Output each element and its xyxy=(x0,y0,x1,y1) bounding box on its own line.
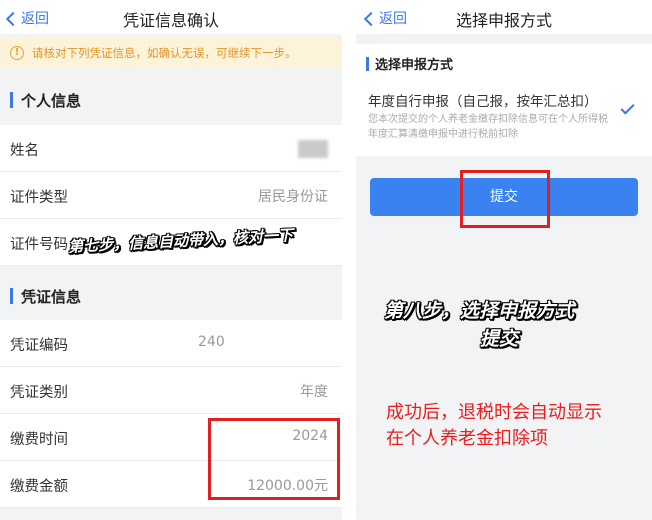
result-note-line1: 成功后，退税时会自动显示 xyxy=(386,402,602,423)
row-label: 证件类型 xyxy=(10,190,68,206)
notice-text: 请核对下列凭证信息，如确认无误，可继续下一步。 xyxy=(32,46,297,60)
section-header-personal: 个人信息 xyxy=(0,78,342,122)
declaration-method-screen: 返回 选择申报方式 选择申报方式 年度自行申报（自己报，按年汇总扣） 您本次提交… xyxy=(356,0,652,520)
panel-divider xyxy=(342,0,356,520)
highlight-box xyxy=(460,170,550,228)
nav-bar: 返回 凭证信息确认 xyxy=(0,0,342,34)
section-title: 个人信息 xyxy=(21,91,82,110)
nav-bar: 返回 选择申报方式 xyxy=(356,0,652,34)
row-label: 凭证类别 xyxy=(10,385,68,401)
section-accent-bar xyxy=(10,92,13,108)
section-title: 凭证信息 xyxy=(21,287,82,306)
section-header: 选择申报方式 xyxy=(366,54,453,73)
row-value: 240 xyxy=(198,334,225,350)
step-eight-caption-line2: 提交 xyxy=(480,328,519,350)
row-value: 居民身份证 xyxy=(258,189,328,205)
row-label: 姓名 xyxy=(10,143,39,159)
section-title: 选择申报方式 xyxy=(375,58,454,73)
check-icon xyxy=(620,100,635,115)
row-value: 年度 xyxy=(300,384,328,400)
highlight-box xyxy=(208,418,340,500)
row-label: 缴费金额 xyxy=(10,479,68,495)
warning-icon: ! xyxy=(10,46,24,60)
step-eight-caption-line1: 第八步，选择申报方式 xyxy=(384,300,575,322)
row-id-type: 证件类型 居民身份证 xyxy=(0,172,342,219)
section-accent-bar xyxy=(10,288,13,304)
row-label: 凭证编码 xyxy=(10,338,68,354)
result-note-line2: 在个人养老金扣除项 xyxy=(386,428,548,449)
method-option-description: 您本次提交的个人养老金缴存扣除信息可在个人所得税年度汇算清缴申报中进行税前扣除 xyxy=(368,114,608,140)
notice-banner: ! 请核对下列凭证信息，如确认无误，可继续下一步。 xyxy=(0,38,342,68)
method-option-annual-self[interactable]: 年度自行申报（自己报，按年汇总扣） xyxy=(368,90,598,110)
page-title: 凭证信息确认 xyxy=(122,11,219,30)
row-voucher-code: 凭证编码 240 xyxy=(0,320,342,367)
method-card: 选择申报方式 年度自行申报（自己报，按年汇总扣） 您本次提交的个人养老金缴存扣除… xyxy=(356,44,652,156)
row-label: 证件号码 xyxy=(10,237,68,253)
section-header-voucher: 凭证信息 xyxy=(0,274,342,318)
redacted-value xyxy=(298,140,328,158)
row-name: 姓名 xyxy=(0,125,342,172)
section-accent-bar xyxy=(366,56,369,71)
row-label: 缴费时间 xyxy=(10,432,68,448)
row-voucher-type: 凭证类别 年度 xyxy=(0,367,342,414)
voucher-confirm-screen: 返回 凭证信息确认 ! 请核对下列凭证信息，如确认无误，可继续下一步。 个人信息… xyxy=(0,0,342,520)
page-title: 选择申报方式 xyxy=(455,11,552,30)
